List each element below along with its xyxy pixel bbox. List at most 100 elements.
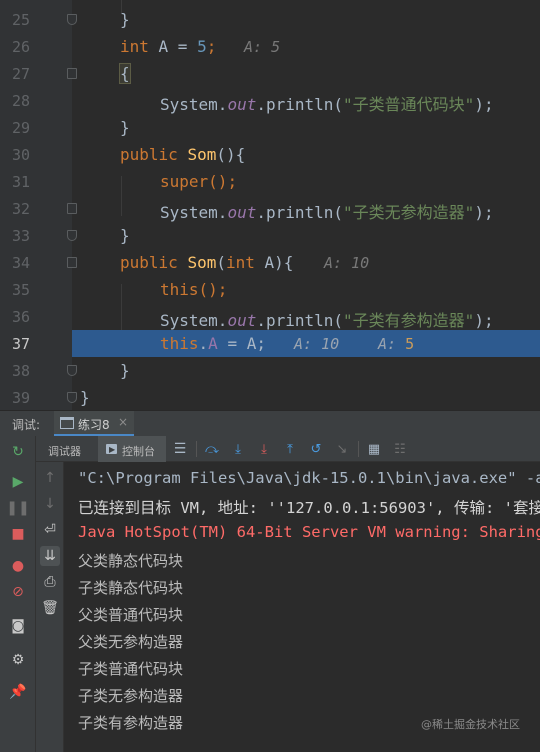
- code-token: }: [80, 388, 90, 407]
- keyword-token: public: [120, 145, 178, 164]
- code-token: ();: [198, 280, 228, 299]
- scroll-up-icon[interactable]: ↑: [40, 468, 60, 488]
- number-token: 5: [197, 37, 207, 56]
- print-icon[interactable]: ⎙: [40, 572, 60, 592]
- code-line-39[interactable]: 39 }: [0, 384, 540, 410]
- code-token: System.: [160, 95, 228, 114]
- code-token: }: [120, 226, 130, 245]
- soft-wrap-icon[interactable]: ⏎: [40, 520, 60, 540]
- console-line: 子类静态代码块: [78, 579, 184, 597]
- menu-icon[interactable]: ☰: [170, 439, 190, 459]
- fold-marker-icon[interactable]: [67, 68, 77, 79]
- line-number: 34: [11, 254, 30, 272]
- code-line-33[interactable]: 33 }: [0, 222, 540, 249]
- code-line-30[interactable]: 30 public Som(){: [0, 141, 540, 168]
- keyword-token: this: [160, 334, 199, 353]
- console-output[interactable]: "C:\Program Files\Java\jdk-15.0.1\bin\ja…: [64, 462, 540, 752]
- camera-icon[interactable]: ◙: [8, 616, 28, 636]
- line-number: 39: [11, 389, 30, 407]
- fold-marker-icon[interactable]: [67, 257, 77, 268]
- debug-session-tab[interactable]: 练习8 ×: [54, 411, 134, 437]
- inline-debug-value: A: 10: [324, 254, 370, 272]
- fold-marker-icon[interactable]: [67, 365, 77, 376]
- evaluate-expression-icon[interactable]: ↘: [332, 439, 352, 459]
- pause-icon[interactable]: ❚❚: [6, 498, 29, 518]
- resume-icon[interactable]: ▶: [8, 472, 28, 492]
- watermark: @稀土掘金技术社区: [421, 718, 520, 731]
- scroll-down-icon[interactable]: ↓: [40, 494, 60, 514]
- code-line-28[interactable]: 28 System.out.println("子类普通代码块");: [0, 87, 540, 114]
- debug-tabs-toolbar: 调试器 ▶ 控制台 ☰ ⤼ ⤓ ⤓ ⤒ ↺ ↘ ▦ ☷: [36, 436, 540, 462]
- code-line-32[interactable]: 32 System.out.println("子类无参构造器");: [0, 195, 540, 222]
- code-token: (: [216, 253, 226, 272]
- line-number: 29: [11, 119, 30, 137]
- code-line-38[interactable]: 38 }: [0, 357, 540, 384]
- matched-brace: {: [119, 63, 131, 84]
- layout-icon[interactable]: ☷: [390, 439, 410, 459]
- code-token: }: [120, 10, 130, 29]
- table-icon[interactable]: ▦: [364, 439, 384, 459]
- settings-gear-icon[interactable]: ⚙: [8, 650, 28, 670]
- session-name: 练习8: [78, 418, 110, 432]
- step-into-icon[interactable]: ⤓: [254, 439, 274, 459]
- step-out-icon[interactable]: ⤒: [280, 439, 300, 459]
- pin-icon[interactable]: 📌: [8, 682, 28, 702]
- rerun-icon[interactable]: ↻: [8, 442, 28, 462]
- line-number: 35: [11, 281, 30, 299]
- code-token: );: [474, 311, 494, 330]
- keyword-token: super: [160, 172, 209, 191]
- code-token: A){: [254, 253, 294, 272]
- keyword-token: int: [225, 253, 255, 272]
- show-execution-point-icon[interactable]: ⤼: [202, 439, 222, 459]
- line-number: 30: [11, 146, 30, 164]
- tab-console[interactable]: ▶ 控制台: [98, 436, 166, 462]
- console-line: 父类静态代码块: [78, 552, 184, 570]
- fold-marker-icon[interactable]: [67, 392, 77, 403]
- mute-breakpoints-icon[interactable]: ⊘: [8, 582, 28, 602]
- inline-debug-value: A: 10: [294, 335, 340, 353]
- line-number: 26: [11, 38, 30, 56]
- view-breakpoints-icon[interactable]: ●: [8, 556, 28, 576]
- code-line-29[interactable]: 29 }: [0, 114, 540, 141]
- code-line-26[interactable]: 26 int A = 5; A: 5: [0, 33, 540, 60]
- fold-marker-icon[interactable]: [67, 230, 77, 241]
- code-token: (){: [216, 145, 246, 164]
- clear-all-icon[interactable]: 🗑: [40, 598, 60, 618]
- field-token: out: [227, 95, 257, 114]
- code-line-37[interactable]: 37 this.A = A; A: 10 A: 5: [0, 330, 540, 357]
- tab-debugger[interactable]: 调试器: [36, 436, 90, 462]
- console-line: "C:\Program Files\Java\jdk-15.0.1\bin\ja…: [78, 469, 540, 487]
- string-token: "子类有参构造器": [343, 311, 475, 330]
- inline-debug-value: A:: [378, 335, 406, 353]
- debug-actions-toolbar: ↻ ▶ ❚❚ ■ ● ⊘ ◙ ⚙ 📌: [0, 436, 36, 752]
- line-number: 28: [11, 92, 30, 110]
- code-token: .println(: [256, 95, 344, 114]
- scroll-to-end-icon[interactable]: ⇊: [40, 546, 60, 566]
- stop-icon[interactable]: ■: [8, 524, 28, 544]
- fold-marker-icon[interactable]: [67, 14, 77, 25]
- close-icon[interactable]: ×: [118, 415, 128, 429]
- code-line-25[interactable]: 25 }: [0, 6, 540, 33]
- prompt-glyph: ▶: [109, 445, 116, 454]
- keyword-token: int: [120, 37, 149, 56]
- console-line: 子类普通代码块: [78, 660, 184, 678]
- method-token: Som: [187, 253, 217, 272]
- code-line-36[interactable]: 36 System.out.println("子类有参构造器");: [0, 303, 540, 330]
- code-line-34[interactable]: 34 public Som(int A){ A: 10: [0, 249, 540, 276]
- console-line: 父类普通代码块: [78, 606, 184, 624]
- code-line-31[interactable]: 31 super();: [0, 168, 540, 195]
- string-token: "子类无参构造器": [343, 203, 475, 222]
- fold-marker-icon[interactable]: [67, 203, 77, 214]
- code-token: );: [474, 203, 494, 222]
- step-over-icon[interactable]: ⤓: [228, 439, 248, 459]
- line-number: 33: [11, 227, 30, 245]
- console-line: Java HotSpot(TM) 64-Bit Server VM warnin…: [78, 523, 540, 541]
- code-line-35[interactable]: 35 this();: [0, 276, 540, 303]
- code-token: ();: [208, 172, 238, 191]
- code-line-27[interactable]: 27 {: [0, 60, 540, 87]
- inline-debug-value: A: 5: [244, 38, 281, 56]
- run-to-cursor-icon[interactable]: ↺: [306, 439, 326, 459]
- keyword-token: public: [120, 253, 178, 272]
- code-editor[interactable]: 25 } 26 int A = 5; A: 5 27 { 28 System.o…: [0, 0, 540, 410]
- string-token: "子类普通代码块": [343, 95, 475, 114]
